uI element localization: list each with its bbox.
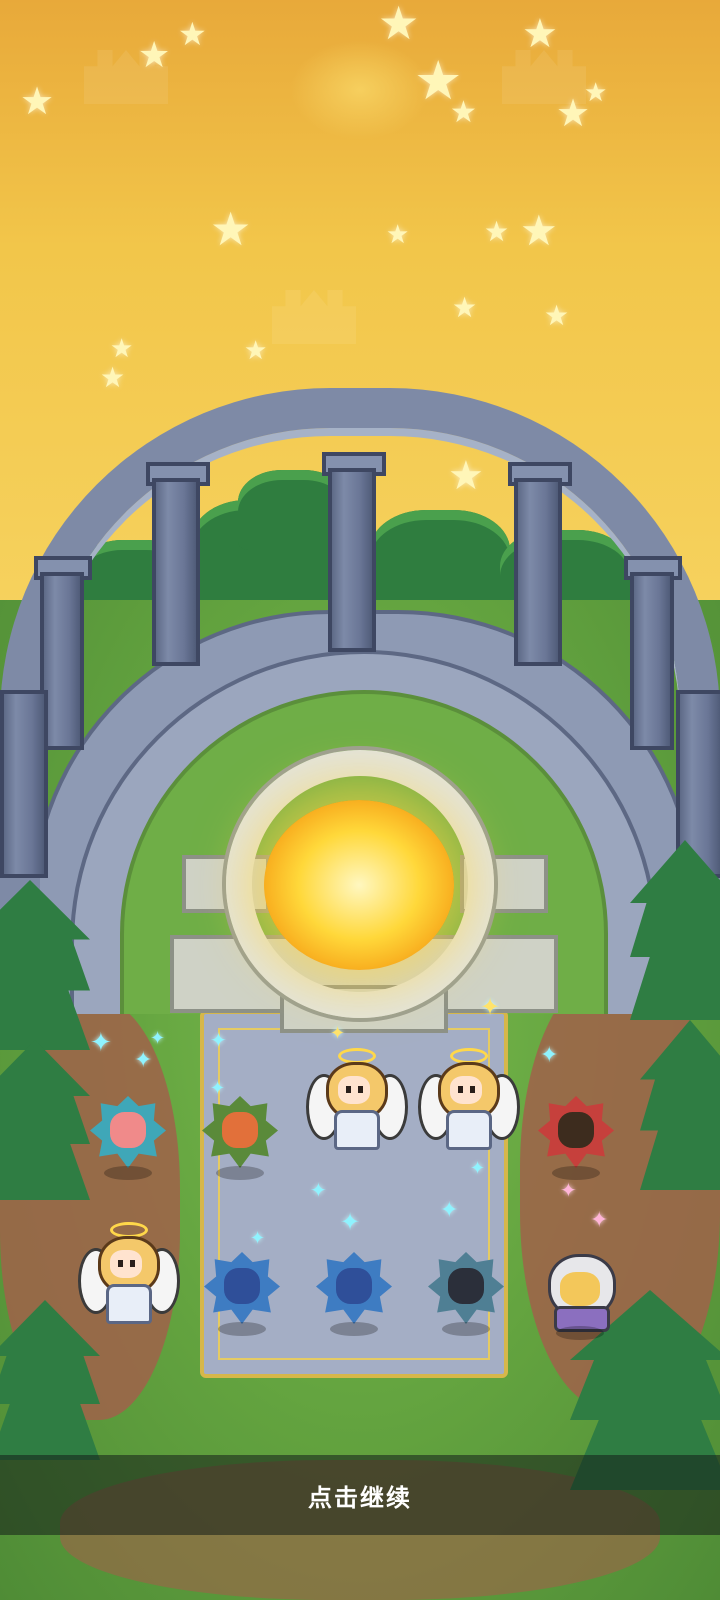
hero-face <box>558 1112 594 1148</box>
hero-face <box>448 1268 484 1304</box>
continue-prompt: 点击继续 <box>308 1483 412 1512</box>
hero-shadow <box>442 1322 490 1336</box>
hero-face <box>338 1076 370 1104</box>
hero-dress <box>106 1284 152 1324</box>
hero-shadow <box>218 1322 266 1336</box>
sparkle-icon: ✦ <box>340 1208 361 1236</box>
hero-flower-blue[interactable] <box>200 1246 284 1336</box>
hero-face <box>110 1250 142 1278</box>
star-icon: ★ <box>110 334 134 364</box>
hero-face <box>560 1272 600 1306</box>
star-icon: ★ <box>210 202 252 256</box>
stone-column <box>152 478 200 666</box>
hero-angel[interactable] <box>304 1046 408 1156</box>
eye <box>118 1260 123 1267</box>
star-icon: ★ <box>178 15 207 53</box>
sparkle-icon: ✦ <box>540 1043 559 1068</box>
star-icon: ★ <box>100 361 126 394</box>
sparkle-icon: ✦ <box>330 1023 346 1044</box>
sparkle-icon: ✦ <box>480 993 501 1021</box>
sparkle-icon: ✦ <box>134 1048 153 1073</box>
hero-shadow <box>556 1326 604 1340</box>
glowing-portal[interactable] <box>264 800 454 970</box>
sparkle-icon: ✦ <box>470 1158 486 1179</box>
star-icon: ★ <box>20 79 55 123</box>
star-icon: ★ <box>244 336 268 366</box>
hero-flower-steel[interactable] <box>424 1246 508 1336</box>
stone-column <box>630 572 674 750</box>
hero-face <box>222 1112 258 1148</box>
hero-flower-red[interactable] <box>534 1090 618 1180</box>
star-icon: ★ <box>520 206 558 255</box>
stone-column <box>514 478 562 666</box>
sparkle-icon: ✦ <box>150 1028 166 1049</box>
hero-face <box>110 1112 146 1148</box>
hero-face <box>450 1076 482 1104</box>
hero-shadow <box>330 1322 378 1336</box>
star-icon: ★ <box>584 78 608 108</box>
stone-column <box>0 690 48 878</box>
hero-face <box>336 1268 372 1304</box>
sparkle-icon: ✦ <box>210 1028 227 1052</box>
star-icon: ★ <box>138 35 171 76</box>
sparkle-icon: ✦ <box>310 1178 327 1202</box>
hero-angel[interactable] <box>76 1220 180 1330</box>
hero-flower-teal[interactable] <box>86 1090 170 1180</box>
hero-shadow <box>104 1166 152 1180</box>
star-icon: ★ <box>522 11 558 57</box>
eye <box>470 1086 475 1093</box>
star-icon: ★ <box>544 299 570 332</box>
hero-dress <box>334 1110 380 1150</box>
hero-flower-green[interactable] <box>198 1090 282 1180</box>
star-icon: ★ <box>450 95 477 130</box>
star-icon: ★ <box>484 215 510 248</box>
hero-shadow <box>216 1166 264 1180</box>
hero-flower-blue[interactable] <box>312 1246 396 1336</box>
sparkle-icon: ✦ <box>440 1198 459 1223</box>
hero-face <box>224 1268 260 1304</box>
hero-knight[interactable] <box>538 1250 622 1340</box>
eye <box>130 1260 135 1267</box>
sparkle-icon: ✦ <box>560 1178 577 1202</box>
stone-column <box>328 468 376 652</box>
eye <box>458 1086 463 1093</box>
eye <box>346 1086 351 1093</box>
sparkle-icon: ✦ <box>90 1028 112 1058</box>
tap-to-continue-bar[interactable]: 点击继续 <box>0 1455 720 1535</box>
eye <box>358 1086 363 1093</box>
star-icon: ★ <box>386 220 410 250</box>
sparkle-icon: ✦ <box>590 1208 609 1233</box>
star-icon: ★ <box>452 291 478 324</box>
hero-dress <box>446 1110 492 1150</box>
hero-shadow <box>552 1166 600 1180</box>
star-icon: ★ <box>378 0 420 50</box>
hero-angel[interactable] <box>416 1046 520 1156</box>
sun-glow <box>290 40 430 140</box>
